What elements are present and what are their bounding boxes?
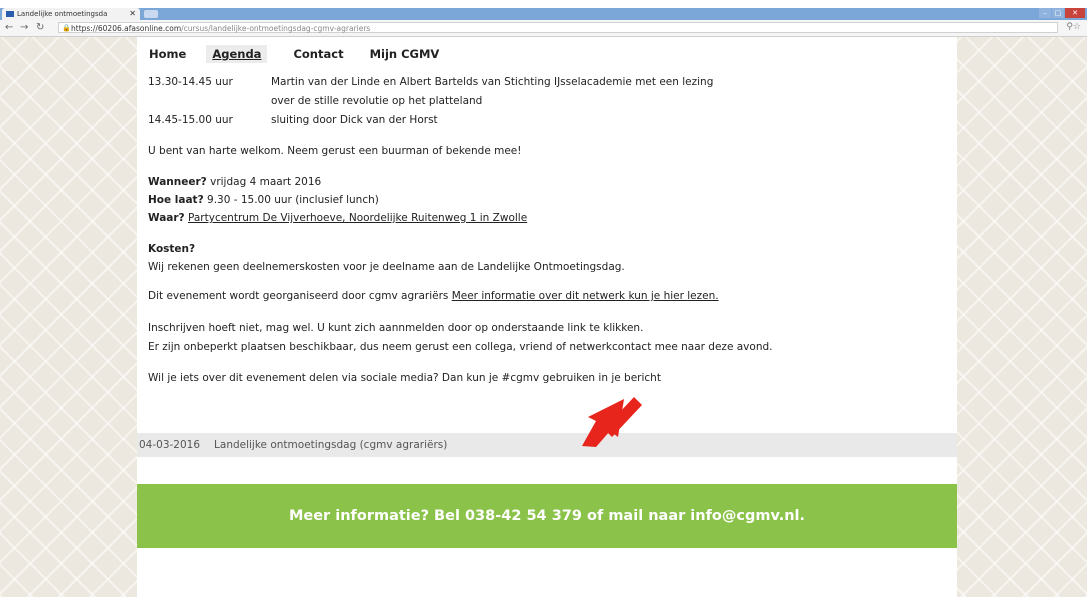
browser-tab-strip: Landelijke ontmoetingsda ✕ – □ ✕	[0, 8, 1087, 20]
main-nav: Home Agenda Contact Mijn CGMV	[149, 45, 461, 63]
nav-home[interactable]: Home	[149, 47, 186, 61]
content-column: Home Agenda Contact Mijn CGMV 13.30-14.4…	[137, 37, 957, 597]
schedule-time: 13.30-14.45 uur	[148, 76, 233, 88]
welcome-text: U bent van harte welkom. Neem gerust een…	[148, 145, 522, 157]
costs-text: Wij rekenen geen deelnemerskosten voor j…	[148, 261, 625, 273]
where-link[interactable]: Partycentrum De Vijverhoeve, Noordelijke…	[188, 212, 527, 224]
forward-icon[interactable]: →	[20, 22, 28, 33]
signup-line-2: Er zijn onbeperkt plaatsen beschikbaar, …	[148, 341, 773, 353]
nav-mijn-cgmv[interactable]: Mijn CGMV	[370, 47, 440, 61]
zoom-star-icons[interactable]: ⚲☆	[1066, 22, 1081, 32]
signup-line-1: Inschrijven hoeft niet, mag wel. U kunt …	[148, 322, 644, 334]
url-domain: https://60206.afasonline.com	[71, 24, 182, 33]
social-text: Wil je iets over dit evenement delen via…	[148, 372, 661, 384]
schedule-desc: Martin van der Linde en Albert Bartelds …	[271, 76, 714, 88]
time-label: Hoe laat?	[148, 194, 204, 206]
network-info-link[interactable]: Meer informatie over dit netwerk kun je …	[452, 290, 719, 302]
favicon-icon	[6, 11, 14, 17]
where-label: Waar?	[148, 212, 185, 224]
schedule-desc-cont: over de stille revolutie op het plattela…	[271, 95, 483, 107]
url-path: /cursus/landelijke-ontmoetingsdag-cgmv-a…	[181, 24, 371, 33]
close-window-icon[interactable]: ✕	[1065, 8, 1085, 18]
schedule-desc: sluiting door Dick van der Horst	[271, 114, 438, 126]
new-tab-button[interactable]	[144, 10, 158, 18]
costs-heading: Kosten?	[148, 243, 195, 255]
contact-banner: Meer informatie? Bel 038-42 54 379 of ma…	[137, 484, 957, 548]
when-value: vrijdag 4 maart 2016	[206, 176, 322, 188]
red-arrow-icon	[582, 397, 642, 447]
cropped-caption	[0, 0, 1087, 8]
time-value: 9.30 - 15.00 uur (inclusief lunch)	[203, 194, 379, 206]
back-icon[interactable]: ←	[5, 22, 13, 33]
when-line: Wanneer? vrijdag 4 maart 2016	[148, 176, 321, 188]
costs-label: Kosten?	[148, 243, 196, 255]
nav-agenda[interactable]: Agenda	[206, 45, 268, 63]
page-background: Home Agenda Contact Mijn CGMV 13.30-14.4…	[0, 37, 1087, 597]
minimize-icon[interactable]: –	[1039, 8, 1051, 18]
tab-title: Landelijke ontmoetingsda	[17, 10, 108, 18]
time-line: Hoe laat? 9.30 - 15.00 uur (inclusief lu…	[148, 194, 379, 206]
schedule-time: 14.45-15.00 uur	[148, 114, 233, 126]
organiser-text: Dit evenement wordt georganiseerd door c…	[148, 290, 452, 302]
organiser-line: Dit evenement wordt georganiseerd door c…	[148, 290, 719, 302]
event-date: 04-03-2016	[139, 439, 201, 451]
where-line: Waar? Partycentrum De Vijverhoeve, Noord…	[148, 212, 527, 224]
event-date-bar[interactable]: 04-03-2016 Landelijke ontmoetingsdag (cgm…	[137, 433, 957, 457]
maximize-icon[interactable]: □	[1052, 8, 1064, 18]
when-label: Wanneer?	[148, 176, 207, 188]
url-field[interactable]: 🔒 https://60206.afasonline.com/cursus/la…	[58, 22, 1058, 33]
event-title: Landelijke ontmoetingsdag (cgmv agrariër…	[214, 439, 448, 451]
nav-contact[interactable]: Contact	[293, 47, 343, 61]
browser-tab[interactable]: Landelijke ontmoetingsda ✕	[2, 8, 140, 20]
window-controls: – □ ✕	[1039, 8, 1085, 18]
reload-icon[interactable]: ↻	[36, 22, 44, 33]
address-bar: ← → ↻ 🔒 https://60206.afasonline.com/cur…	[0, 20, 1087, 37]
close-tab-icon[interactable]: ✕	[129, 8, 136, 20]
lock-icon: 🔒	[62, 24, 71, 32]
